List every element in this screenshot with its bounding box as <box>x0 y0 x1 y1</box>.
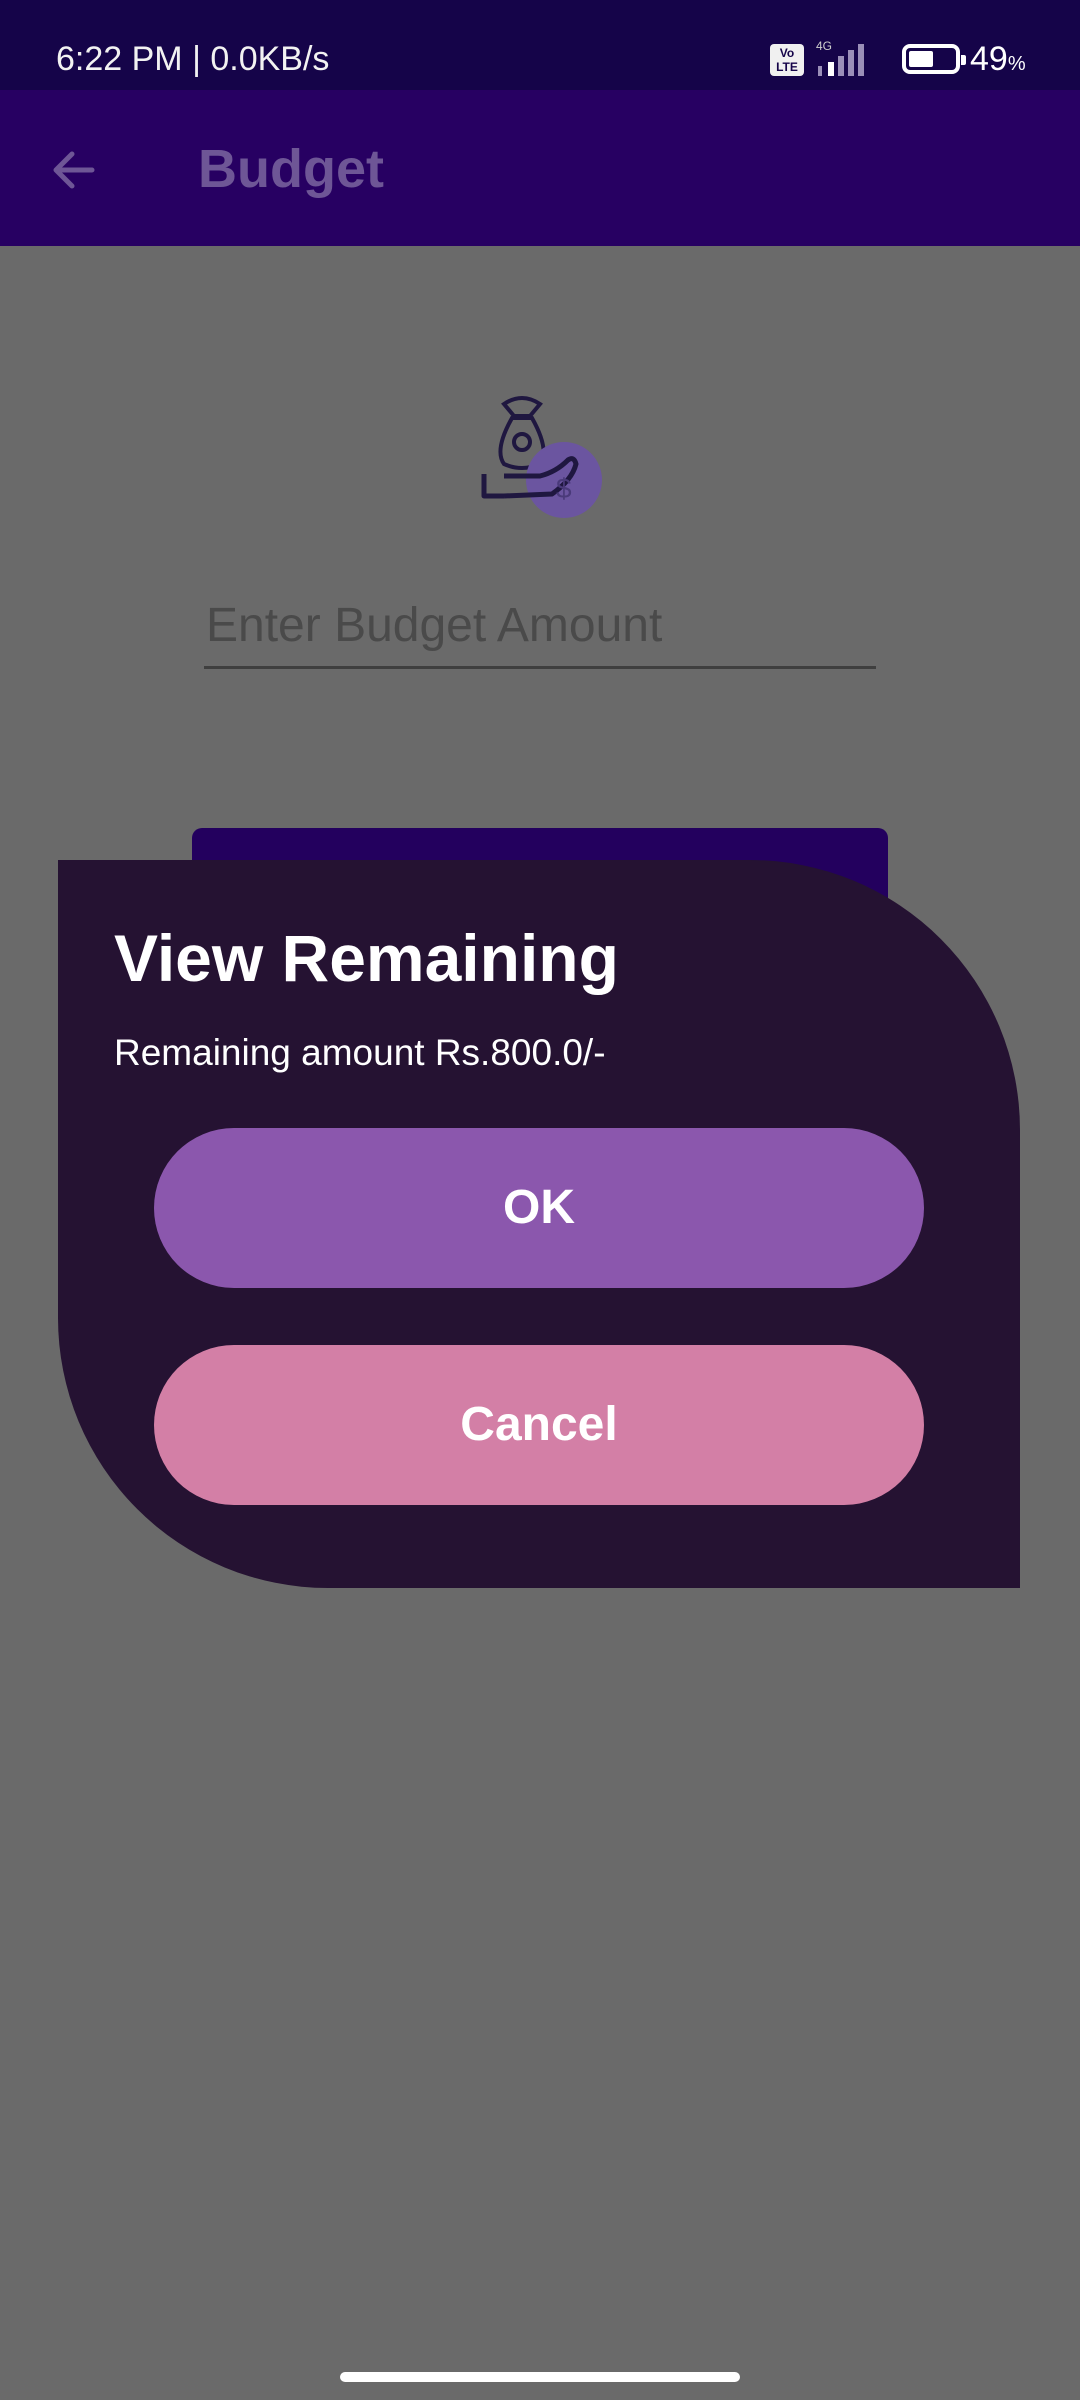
budget-amount-input[interactable]: Enter Budget Amount <box>204 596 876 669</box>
arrow-back-icon[interactable] <box>44 140 104 200</box>
signal-icon: 4G <box>816 39 864 76</box>
cancel-button[interactable]: Cancel <box>154 1345 924 1505</box>
view-remaining-dialog: View Remaining Remaining amount Rs.800.0… <box>58 860 1020 1588</box>
status-time: 6:22 PM | 0.0KB/s <box>56 40 330 78</box>
dialog-message: Remaining amount Rs.800.0/- <box>114 1032 606 1073</box>
dialog-title: View Remaining <box>114 921 619 995</box>
svg-text:$: $ <box>556 473 572 504</box>
volte-icon: Vo LTE <box>770 44 804 76</box>
battery-percentage: 49% <box>970 40 1026 78</box>
home-indicator[interactable] <box>340 2372 740 2382</box>
page-title: Budget <box>198 139 384 199</box>
battery-icon <box>902 44 966 74</box>
money-bag-hand-icon: $ <box>481 396 602 518</box>
svg-text:4G: 4G <box>816 39 832 53</box>
budget-input-placeholder: Enter Budget Amount <box>206 599 663 652</box>
app-bar: Budget <box>0 90 1080 246</box>
ok-button[interactable]: OK <box>154 1128 924 1288</box>
status-bar: 6:22 PM | 0.0KB/s Vo LTE 4G 49% <box>0 0 1080 90</box>
